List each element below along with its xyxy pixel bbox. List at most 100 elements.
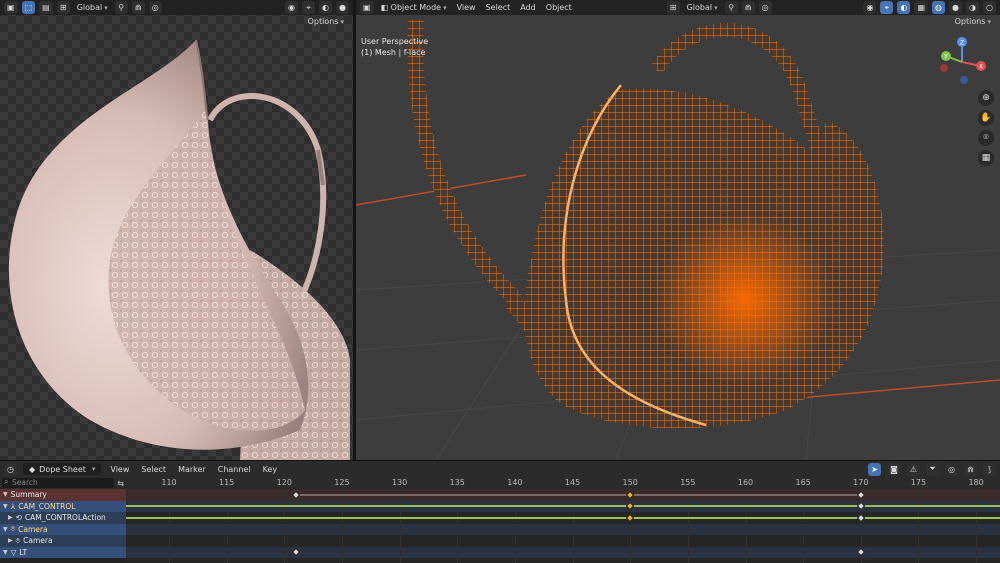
frame-tick-label: 175 bbox=[910, 478, 927, 487]
swap-arrows-icon[interactable]: ⇆ bbox=[117, 479, 124, 488]
frame-grid-line bbox=[341, 489, 343, 563]
track-row[interactable] bbox=[126, 546, 1000, 558]
transform-orientation-select[interactable]: Global ▾ bbox=[684, 3, 721, 12]
visibility-icon[interactable]: ◉ bbox=[285, 1, 298, 14]
track-row[interactable] bbox=[126, 523, 1000, 535]
editor-type-icon[interactable]: ▣ bbox=[360, 1, 374, 14]
expand-icon[interactable]: ▼ bbox=[3, 503, 8, 510]
expand-icon[interactable]: ▼ bbox=[3, 549, 8, 556]
channel-lt[interactable]: ▼ ▽ LT bbox=[0, 546, 126, 558]
right-viewport-header: ▣ ◧ Object Mode ▾ View Select Add Object … bbox=[356, 0, 1000, 15]
frame-grid-line bbox=[399, 489, 401, 563]
pivot-icon[interactable]: ⚲ bbox=[114, 1, 128, 14]
transform-orientation-select[interactable]: Global ▾ bbox=[74, 3, 111, 12]
shading-render-icon[interactable]: ○ bbox=[983, 1, 996, 14]
channel-cam-control-action[interactable]: ▶ ⟲ CAM_CONTROLAction bbox=[0, 512, 126, 524]
select-box-icon[interactable]: ⬚ bbox=[21, 1, 36, 14]
left-viewport[interactable]: ▣ ⬚ ▤ ⊞ Global ▾ ⚲ ⋒ ◎ ◉ ⌖ ◐ ● Options ▾ bbox=[0, 0, 353, 460]
action-icon: ⟲ bbox=[15, 513, 22, 523]
channel-cam-control[interactable]: ▼ ⅄ CAM_CONTROL bbox=[0, 500, 126, 512]
editor-type-icon[interactable]: ▣ bbox=[4, 1, 18, 14]
frame-tick-label: 160 bbox=[737, 478, 754, 487]
proportional-icon[interactable]: ◎ bbox=[148, 1, 162, 14]
right-viewport[interactable]: ▣ ◧ Object Mode ▾ View Select Add Object … bbox=[356, 0, 1000, 460]
menu-select[interactable]: Select bbox=[138, 465, 169, 474]
track-row[interactable] bbox=[126, 535, 1000, 547]
navigation-tools: ⊕ ✋ ⌾ ▦ bbox=[978, 90, 994, 166]
frame-grid-line bbox=[457, 489, 459, 563]
overlay-icon[interactable]: ◐ bbox=[319, 1, 332, 14]
filter-icon[interactable]: ⏷ bbox=[926, 462, 939, 476]
hand-pan-icon[interactable]: ✋ bbox=[978, 110, 994, 126]
gizmo-icon[interactable]: ⌖ bbox=[302, 1, 315, 14]
dope-sheet-mode-select[interactable]: ◆ Dope Sheet ▾ bbox=[23, 463, 102, 475]
menu-object[interactable]: Object bbox=[543, 3, 575, 12]
empty-object-icon: ⅄ bbox=[10, 501, 16, 511]
left-viewport-header: ▣ ⬚ ▤ ⊞ Global ▾ ⚲ ⋒ ◎ ◉ ⌖ ◐ ● bbox=[0, 0, 353, 15]
frame-tick-label: 150 bbox=[622, 478, 638, 487]
xray-icon[interactable]: ▦ bbox=[914, 1, 928, 14]
zoom-icon[interactable]: ⊕ bbox=[978, 90, 994, 106]
pivot-icon[interactable]: ⚲ bbox=[724, 1, 738, 14]
hold-line bbox=[295, 493, 861, 496]
navigation-gizmo[interactable]: Z X Y bbox=[936, 36, 988, 88]
menu-marker[interactable]: Marker bbox=[175, 465, 209, 474]
frame-tick-label: 170 bbox=[853, 478, 869, 487]
expand-icon[interactable]: ▼ bbox=[3, 526, 8, 533]
menu-channel[interactable]: Channel bbox=[215, 465, 254, 474]
gizmo-y-label: Y bbox=[943, 54, 948, 61]
menu-add[interactable]: Add bbox=[517, 3, 539, 12]
orientation-icon[interactable]: ⊞ bbox=[56, 1, 70, 14]
channel-camera-data[interactable]: ▶ ⌾ Camera bbox=[0, 535, 126, 547]
shading-wire-icon[interactable]: ◍ bbox=[932, 1, 945, 14]
menu-view[interactable]: View bbox=[454, 3, 479, 12]
frame-tick-label: 115 bbox=[219, 478, 235, 487]
options-dropdown[interactable]: Options ▾ bbox=[305, 17, 347, 26]
frame-grid-line bbox=[745, 489, 747, 563]
only-errors-icon[interactable]: ⚠ bbox=[906, 462, 920, 476]
frame-tick-label: 130 bbox=[391, 478, 408, 487]
shading-solid-icon[interactable]: ● bbox=[949, 1, 962, 14]
menu-view[interactable]: View bbox=[107, 465, 132, 474]
expand-icon[interactable]: ▼ bbox=[3, 491, 8, 498]
snap-icon[interactable]: ⋒ bbox=[131, 1, 145, 14]
show-hidden-icon[interactable]: ◙ bbox=[887, 462, 901, 476]
channel-search-row: Search ⇆ bbox=[0, 477, 126, 489]
expand-icon[interactable]: ▶ bbox=[8, 514, 13, 521]
menu-select[interactable]: Select bbox=[483, 3, 514, 12]
frame-grid-line bbox=[976, 489, 978, 563]
options-dropdown[interactable]: Options ▾ bbox=[952, 17, 994, 26]
overlay-icon[interactable]: ◐ bbox=[897, 1, 911, 14]
editor-type-icon[interactable]: ◷ bbox=[4, 462, 17, 476]
grid-icon[interactable]: ▦ bbox=[978, 150, 994, 166]
view-name-label: User Perspective bbox=[361, 37, 429, 46]
frame-ruler[interactable]: 110 115 120 125 130 135 140 145 150 155 160 165 170 1… bbox=[126, 477, 1000, 489]
keyframe-timeline[interactable]: 110 115 120 125 130 135 140 145 150 155 160 165 170 1… bbox=[126, 477, 1000, 563]
visibility-icon[interactable]: ◉ bbox=[863, 1, 877, 14]
shading-material-icon[interactable]: ◑ bbox=[966, 1, 979, 14]
interpolation-icon[interactable]: ⟆ bbox=[983, 462, 996, 476]
proportional-icon[interactable]: ◎ bbox=[758, 1, 772, 14]
snap-icon[interactable]: ⋒ bbox=[741, 1, 755, 14]
wireframe-mesh bbox=[356, 19, 1000, 460]
orientation-icon[interactable]: ⊞ bbox=[666, 1, 680, 14]
expand-icon[interactable]: ▶ bbox=[8, 537, 13, 544]
camera-icon[interactable]: ⌾ bbox=[978, 130, 994, 146]
snap-icon[interactable]: ⋒ bbox=[964, 462, 977, 476]
channel-camera[interactable]: ▼ ⌾ Camera bbox=[0, 523, 126, 535]
menu-key[interactable]: Key bbox=[260, 465, 281, 474]
channel-summary[interactable]: ▼ Summary bbox=[0, 489, 126, 501]
object-info-label: (1) Mesh | f-lace bbox=[361, 48, 426, 57]
frame-grid-line bbox=[226, 489, 228, 563]
frame-tick-label: 165 bbox=[795, 478, 811, 487]
only-selected-icon[interactable]: ➤ bbox=[868, 462, 882, 476]
channel-search-input[interactable]: Search bbox=[2, 477, 115, 488]
gizmo-icon[interactable]: ⌖ bbox=[880, 1, 894, 14]
camera-data-icon: ⌾ bbox=[15, 535, 21, 545]
proportional-icon[interactable]: ◎ bbox=[945, 462, 958, 476]
object-mode-select[interactable]: ◧ Object Mode ▾ bbox=[378, 3, 450, 12]
select-mode-icon[interactable]: ▤ bbox=[39, 1, 53, 14]
shading-icon[interactable]: ● bbox=[336, 1, 349, 14]
frame-grid-line bbox=[687, 489, 689, 563]
frame-tick-label: 120 bbox=[276, 478, 292, 487]
